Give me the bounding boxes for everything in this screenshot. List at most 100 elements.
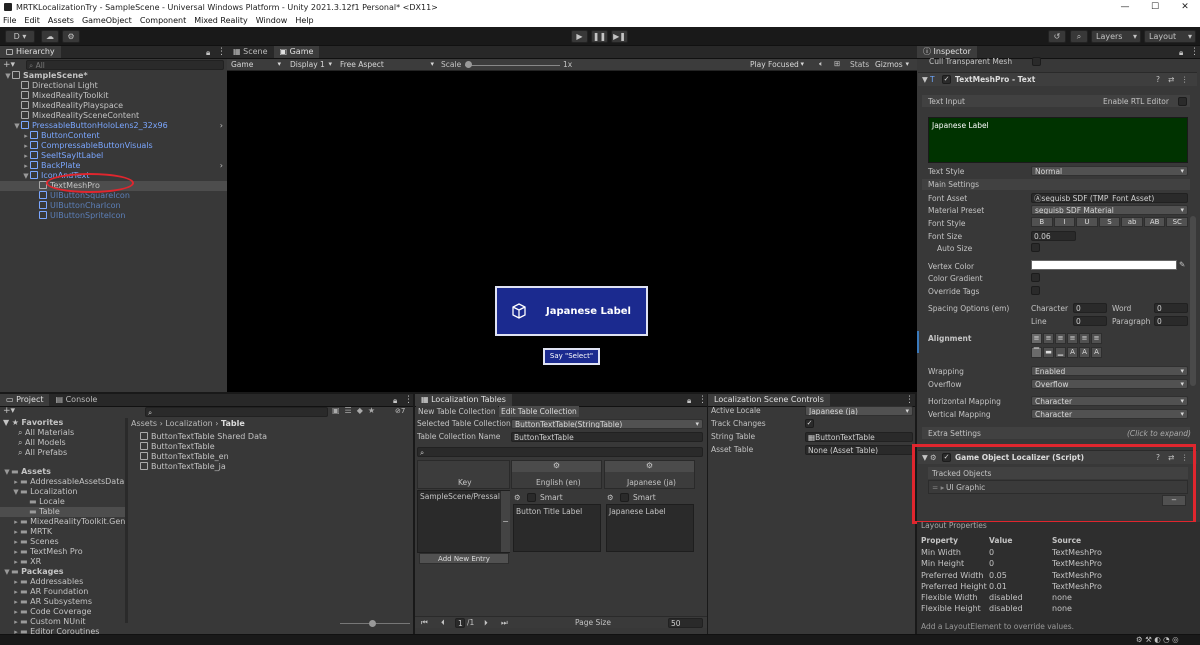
project-tree-item[interactable]: ▸ ▬ Code Coverage bbox=[0, 607, 127, 617]
file-item[interactable]: ButtonTextTable_en bbox=[140, 452, 400, 462]
help-icon[interactable]: ? bbox=[1156, 75, 1160, 84]
alignment-button[interactable]: ≡ bbox=[1043, 333, 1054, 344]
favorites-item[interactable]: ⌕ All Materials bbox=[0, 428, 127, 438]
cloud-icon[interactable]: ☁ bbox=[41, 30, 59, 43]
kebab-menu-icon[interactable]: ⋮ bbox=[217, 47, 226, 57]
inspector-scrollbar[interactable] bbox=[1190, 216, 1196, 386]
component-menu-icon[interactable]: ⋮ bbox=[1181, 75, 1189, 84]
foldout-icon[interactable]: ▼ bbox=[4, 71, 12, 81]
font-style-button[interactable]: I bbox=[1053, 217, 1076, 227]
project-tree-item[interactable]: ▬ Locale bbox=[0, 497, 127, 507]
menu-component[interactable]: Component bbox=[140, 16, 186, 25]
file-item[interactable]: ButtonTextTable bbox=[140, 442, 400, 452]
material-preset-dropdown[interactable]: seguisb SDF Material bbox=[1031, 205, 1188, 215]
maximize-button[interactable]: ☐ bbox=[1140, 0, 1170, 14]
file-item[interactable]: ButtonTextTable Shared Data bbox=[140, 432, 400, 442]
hierarchy-item[interactable]: UIButtonCharIcon bbox=[0, 201, 227, 211]
menu-gameobject[interactable]: GameObject bbox=[82, 16, 132, 25]
foldout-icon[interactable]: ▼ bbox=[3, 567, 11, 577]
foldout-icon[interactable]: ▸ bbox=[12, 577, 20, 587]
favorites-item[interactable]: ⌕ All Models bbox=[0, 438, 127, 448]
breadcrumb-assets[interactable]: Assets bbox=[131, 419, 157, 428]
text-input-area[interactable]: Japanese Label bbox=[928, 117, 1188, 163]
foldout-icon[interactable]: ▸ bbox=[22, 131, 30, 141]
tab-console[interactable]: ▤ Console bbox=[49, 394, 104, 406]
track-changes-checkbox[interactable]: ✓ bbox=[805, 419, 814, 428]
foldout-icon[interactable]: ▸ bbox=[12, 547, 20, 557]
kebab-menu-icon[interactable]: ⋮ bbox=[698, 395, 707, 405]
hierarchy-item[interactable]: ▸ BackPlate › bbox=[0, 161, 227, 171]
active-locale-dropdown[interactable]: Japanese (ja) bbox=[805, 406, 913, 416]
menu-assets[interactable]: Assets bbox=[48, 16, 74, 25]
extra-settings-header[interactable]: Extra Settings (Click to expand) bbox=[922, 427, 1191, 439]
add-new-entry-button[interactable]: Add New Entry bbox=[419, 553, 509, 564]
alignment-button[interactable]: ≡ bbox=[1031, 333, 1042, 344]
page-size-input[interactable]: 50 bbox=[668, 618, 703, 628]
breadcrumb-localization[interactable]: Localization bbox=[165, 419, 212, 428]
project-toolbar-icons[interactable]: ▣☰◆★ bbox=[332, 406, 380, 415]
lock-icon[interactable]: 🔒︎ bbox=[393, 396, 397, 406]
kebab-menu-icon[interactable]: ⋮ bbox=[1190, 47, 1199, 57]
hierarchy-item[interactable]: ▸ SeeItSayItLabel bbox=[0, 151, 227, 161]
lock-icon[interactable]: 🔒︎ bbox=[206, 48, 210, 58]
next-page-icon[interactable]: ⏵ bbox=[484, 618, 488, 628]
page-input[interactable]: 1 bbox=[455, 618, 465, 628]
play-button[interactable]: ▶ bbox=[571, 30, 588, 43]
breadcrumb-table[interactable]: Table bbox=[221, 419, 245, 428]
gizmos-dropdown[interactable]: Gizmos bbox=[872, 60, 912, 70]
aspect-dropdown[interactable]: Free Aspect bbox=[337, 60, 437, 70]
play-focused-dropdown[interactable]: Play Focused bbox=[747, 60, 807, 70]
game-button-backplate[interactable]: Japanese Label bbox=[495, 286, 648, 336]
search-icon[interactable]: ⌕ bbox=[1070, 30, 1088, 43]
chevron-right-icon[interactable]: › bbox=[220, 121, 223, 131]
japanese-settings-icon[interactable]: ⚙ bbox=[605, 461, 694, 472]
hierarchy-item[interactable]: ▼ SampleScene* bbox=[0, 71, 227, 81]
tab-localization-tables[interactable]: ▦ Localization Tables bbox=[415, 394, 512, 406]
minimize-button[interactable]: — bbox=[1110, 0, 1140, 14]
eyedropper-icon[interactable]: ✎ bbox=[1179, 260, 1185, 269]
favorites-item[interactable]: ⌕ All Prefabs bbox=[0, 448, 127, 458]
tab-game[interactable]: ▣ Game bbox=[273, 46, 320, 58]
vertex-color-swatch[interactable] bbox=[1031, 260, 1177, 270]
override-tags-checkbox[interactable] bbox=[1031, 286, 1040, 295]
foldout-icon[interactable]: ▸ bbox=[22, 151, 30, 161]
display-mode-dropdown[interactable]: Game bbox=[228, 60, 284, 70]
tmp-component-header[interactable]: ▼ T ✓ TextMeshPro - Text ? ⇄ ⋮ bbox=[918, 72, 1197, 86]
layout-dropdown[interactable]: Layout ▾ bbox=[1144, 30, 1196, 43]
hierarchy-item[interactable]: MixedRealitySceneContent bbox=[0, 111, 227, 121]
kebab-menu-icon[interactable]: ⋮ bbox=[404, 395, 413, 405]
text-style-dropdown[interactable]: Normal bbox=[1031, 166, 1188, 176]
word-spacing-input[interactable]: 0 bbox=[1154, 303, 1188, 313]
menu-edit[interactable]: Edit bbox=[24, 16, 40, 25]
foldout-icon[interactable]: ▸ bbox=[12, 517, 20, 527]
hierarchy-item[interactable]: ▼ PressableButtonHoloLens2_32x96 › bbox=[0, 121, 227, 131]
vertical-mapping-dropdown[interactable]: Character bbox=[1031, 409, 1188, 419]
japanese-smart-checkbox[interactable] bbox=[620, 493, 629, 502]
vr-icon[interactable]: ⊞ bbox=[834, 59, 840, 68]
font-style-button[interactable]: U bbox=[1076, 217, 1098, 227]
foldout-icon[interactable]: ▸ bbox=[12, 587, 20, 597]
kebab-menu-icon[interactable]: ⋮ bbox=[905, 395, 914, 405]
font-asset-field[interactable]: Ⓐseguisb SDF (TMP_Font Asset) bbox=[1031, 193, 1188, 203]
zoom-slider-thumb[interactable] bbox=[369, 620, 376, 627]
project-tree-item[interactable]: ▸ ▬ MixedRealityToolkit.Gene bbox=[0, 517, 127, 527]
english-value-field[interactable]: Button Title Label bbox=[513, 504, 601, 552]
collab-icon[interactable]: ⚙ bbox=[62, 30, 80, 43]
project-tree-item[interactable]: ▸ ▬ Scenes bbox=[0, 537, 127, 547]
foldout-icon[interactable]: ▸ bbox=[12, 557, 20, 567]
project-tree-item[interactable]: ▼▬ Packages bbox=[0, 567, 127, 577]
japanese-value-field[interactable]: Japanese Label bbox=[606, 504, 694, 552]
string-table-field[interactable]: ▦ButtonTextTable bbox=[805, 432, 913, 442]
hierarchy-item[interactable]: MixedRealityPlayspace bbox=[0, 101, 227, 111]
lock-icon[interactable]: 🔒︎ bbox=[1179, 48, 1183, 58]
project-tree-item[interactable]: ▸ ▬ AddressableAssetsData bbox=[0, 477, 127, 487]
asset-table-field[interactable]: None (Asset Table) bbox=[805, 445, 913, 455]
layers-dropdown[interactable]: Layers ▾ bbox=[1091, 30, 1141, 43]
table-search-input[interactable]: ⌕ bbox=[417, 447, 703, 457]
rtl-checkbox[interactable] bbox=[1178, 97, 1187, 106]
add-icon[interactable]: +▾ bbox=[3, 406, 15, 416]
new-table-collection-tab[interactable]: New Table Collection bbox=[416, 406, 498, 417]
foldout-icon[interactable]: ▸ bbox=[22, 141, 30, 151]
first-page-icon[interactable]: ⏮ bbox=[421, 618, 428, 628]
edit-table-collection-tab[interactable]: Edit Table Collection bbox=[499, 406, 579, 417]
